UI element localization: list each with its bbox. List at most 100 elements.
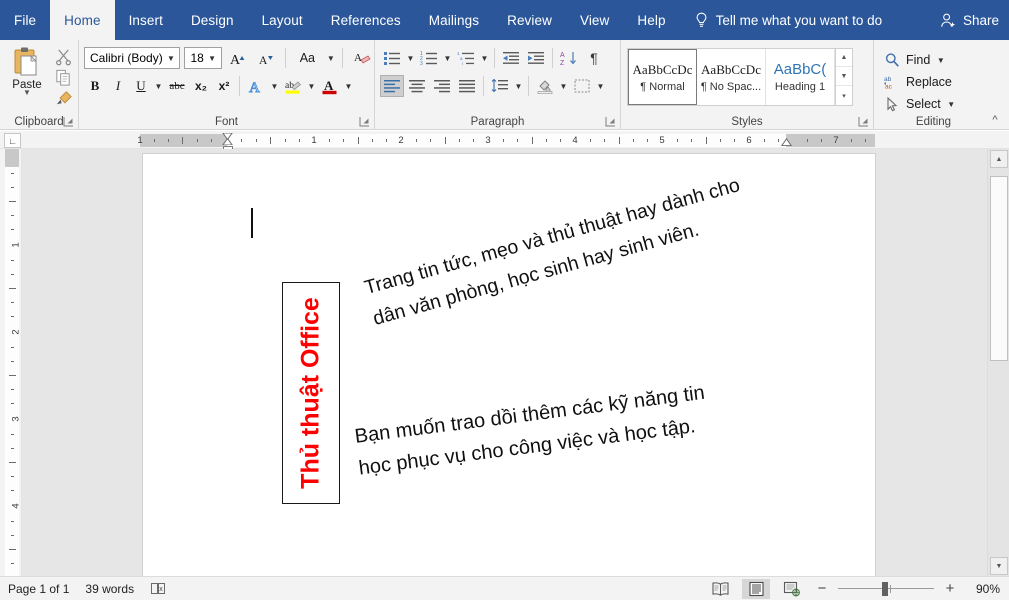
zoom-slider-thumb[interactable] xyxy=(882,582,888,596)
right-indent-marker[interactable] xyxy=(781,138,792,146)
grow-font-button[interactable]: A xyxy=(226,47,250,69)
divider xyxy=(528,76,529,96)
copy-button[interactable] xyxy=(54,68,73,87)
tab-mailings[interactable]: Mailings xyxy=(415,0,493,40)
tab-insert[interactable]: Insert xyxy=(115,0,177,40)
bullets-button[interactable] xyxy=(380,47,404,69)
style-item-normal[interactable]: AaBbCcDc ¶ Normal xyxy=(628,49,697,105)
text-effects-button[interactable]: A xyxy=(244,75,268,97)
find-button[interactable]: Find ▼ xyxy=(874,49,993,71)
bold-button[interactable]: B xyxy=(84,75,106,97)
scroll-up-icon[interactable]: ▲ xyxy=(836,49,852,67)
multilevel-caret[interactable]: ▼ xyxy=(479,47,490,69)
clipboard-dialog-launcher[interactable] xyxy=(63,116,74,127)
numbering-caret[interactable]: ▼ xyxy=(442,47,453,69)
font-size-combo[interactable]: 18 ▼ xyxy=(184,47,221,69)
document-page[interactable]: Thủ thuật Office Trang tin tức, mẹo và t… xyxy=(143,154,875,576)
shading-caret[interactable]: ▼ xyxy=(558,75,569,97)
sort-button[interactable]: A Z xyxy=(557,47,581,69)
clear-formatting-button[interactable]: A xyxy=(350,47,374,69)
zoom-out-button[interactable]: − xyxy=(814,580,830,598)
select-caret[interactable]: ▼ xyxy=(946,93,957,115)
change-case-caret[interactable]: ▼ xyxy=(326,47,335,69)
underline-button[interactable]: U xyxy=(130,75,152,97)
vertical-ruler[interactable]: 1 2 3 4 xyxy=(0,149,22,576)
zoom-in-button[interactable]: + xyxy=(942,580,958,598)
font-color-caret[interactable]: ▼ xyxy=(343,75,354,97)
styles-dialog-launcher[interactable] xyxy=(858,116,869,127)
font-name-combo[interactable]: Calibri (Body) ▼ xyxy=(84,47,180,69)
tell-me-text: Tell me what you want to do xyxy=(716,13,883,28)
share-button[interactable]: Share xyxy=(940,0,999,40)
tab-home[interactable]: Home xyxy=(50,0,114,40)
select-button[interactable]: Select ▼ xyxy=(874,93,993,115)
rotated-paragraph-1[interactable]: Trang tin tức, mẹo và thủ thuật hay dành… xyxy=(361,170,752,335)
tab-references[interactable]: References xyxy=(317,0,415,40)
scroll-down-arrow[interactable]: ▼ xyxy=(990,557,1008,575)
zoom-slider[interactable] xyxy=(838,580,934,598)
tell-me-search[interactable]: Tell me what you want to do xyxy=(680,0,893,40)
find-caret[interactable]: ▼ xyxy=(935,49,946,71)
tab-review[interactable]: Review xyxy=(493,0,566,40)
tab-help[interactable]: Help xyxy=(623,0,679,40)
print-layout-button[interactable] xyxy=(742,579,770,599)
replace-button[interactable]: ab ac Replace xyxy=(874,71,993,93)
strikethrough-button[interactable]: abc xyxy=(165,75,189,97)
scrollbar-thumb[interactable] xyxy=(990,176,1008,361)
proofing-errors-icon[interactable]: x xyxy=(150,581,167,596)
numbering-button[interactable]: 1 2 3 xyxy=(417,47,441,69)
borders-button[interactable] xyxy=(570,75,594,97)
rotated-paragraph-2[interactable]: Bạn muốn trao dồi thêm các kỹ năng tin h… xyxy=(353,378,711,485)
style-item-heading-1[interactable]: AaBbC( Heading 1 xyxy=(766,49,835,105)
web-layout-button[interactable] xyxy=(778,579,806,599)
format-painter-button[interactable] xyxy=(54,89,73,108)
document-canvas[interactable]: Thủ thuật Office Trang tin tức, mẹo và t… xyxy=(22,149,987,576)
decrease-indent-button[interactable] xyxy=(499,47,523,69)
hanging-indent-marker[interactable] xyxy=(222,138,233,145)
tab-layout[interactable]: Layout xyxy=(248,0,317,40)
scroll-up-arrow[interactable]: ▲ xyxy=(990,150,1008,168)
align-right-button[interactable] xyxy=(430,75,454,97)
text-effects-caret[interactable]: ▼ xyxy=(269,75,280,97)
font-color-button[interactable]: A xyxy=(318,75,342,97)
style-item-no-spacing[interactable]: AaBbCcDc ¶ No Spac... xyxy=(697,49,766,105)
horizontal-ruler[interactable]: ∟ 1 1 2 3 xyxy=(0,131,1009,149)
vertical-scrollbar[interactable]: ▲ ▼ xyxy=(987,149,1009,576)
font-dialog-launcher[interactable] xyxy=(359,116,370,127)
page-info[interactable]: Page 1 of 1 xyxy=(8,582,69,596)
paragraph-dialog-launcher[interactable] xyxy=(605,116,616,127)
superscript-button[interactable]: x² xyxy=(213,75,235,97)
justify-button[interactable] xyxy=(455,75,479,97)
borders-caret[interactable]: ▼ xyxy=(595,75,606,97)
line-spacing-button[interactable] xyxy=(488,75,512,97)
underline-caret[interactable]: ▼ xyxy=(153,75,164,97)
highlight-caret[interactable]: ▼ xyxy=(306,75,317,97)
align-left-button[interactable] xyxy=(380,75,404,97)
word-count[interactable]: 39 words xyxy=(85,582,134,596)
line-spacing-caret[interactable]: ▼ xyxy=(513,75,524,97)
tab-design[interactable]: Design xyxy=(177,0,248,40)
shading-button[interactable] xyxy=(533,75,557,97)
tab-file[interactable]: File xyxy=(0,0,50,40)
change-case-button[interactable]: Aa xyxy=(292,47,322,69)
vertical-title-textbox[interactable]: Thủ thuật Office xyxy=(282,282,340,504)
increase-indent-button[interactable] xyxy=(524,47,548,69)
align-center-button[interactable] xyxy=(405,75,429,97)
read-mode-button[interactable] xyxy=(706,579,734,599)
shrink-font-button[interactable]: A xyxy=(254,47,278,69)
tab-view[interactable]: View xyxy=(566,0,623,40)
collapse-ribbon-icon[interactable]: ^ xyxy=(987,113,1003,127)
italic-button[interactable]: I xyxy=(107,75,129,97)
cut-button[interactable] xyxy=(54,47,73,66)
bullets-caret[interactable]: ▼ xyxy=(405,47,416,69)
tab-stop-left-icon[interactable]: ∟ xyxy=(4,133,21,148)
paste-button[interactable]: Paste ▼ xyxy=(4,43,50,115)
zoom-level[interactable]: 90% xyxy=(966,582,1000,596)
show-formatting-marks-button[interactable]: ¶ xyxy=(582,47,606,69)
paste-dropdown-caret[interactable]: ▼ xyxy=(23,90,31,96)
multilevel-list-button[interactable]: 1 a i xyxy=(454,47,478,69)
subscript-button[interactable]: x₂ xyxy=(190,75,212,97)
text-highlight-button[interactable]: ab xyxy=(281,75,305,97)
more-styles-icon[interactable]: ▾ xyxy=(836,87,852,105)
scroll-down-icon[interactable]: ▼ xyxy=(836,68,852,86)
